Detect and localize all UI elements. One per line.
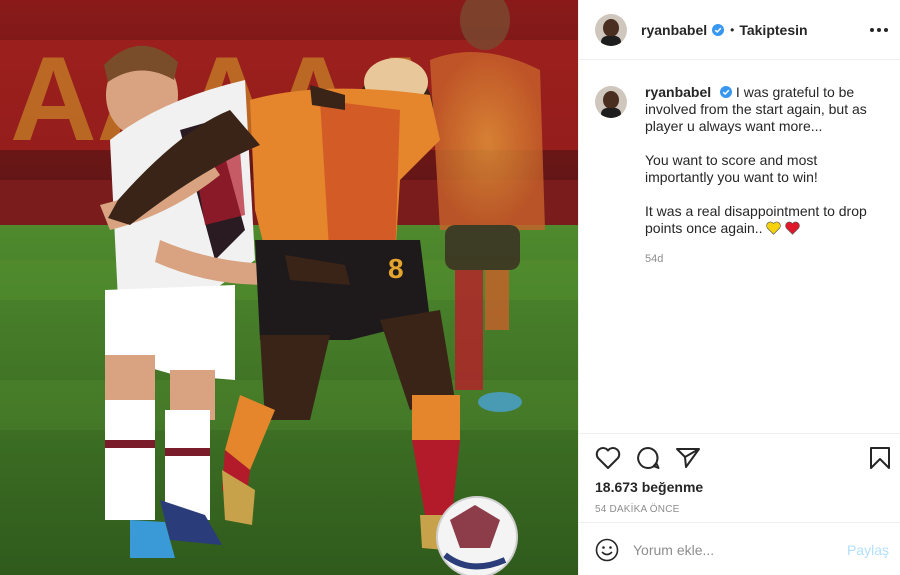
verified-icon [712, 23, 725, 36]
post-photo[interactable]: AAAAA [0, 0, 578, 575]
caption-paragraph-3: It was a real disappointment to drop poi… [645, 203, 889, 237]
username-link[interactable]: ryanbabel [641, 22, 707, 38]
actions-section: 18.673 beğenme 54 DAKİKA ÖNCE Yorum ekle… [579, 433, 900, 575]
follow-status-button[interactable]: Takiptesin [739, 22, 807, 38]
caption-paragraph-2: You want to score and most importantly y… [645, 152, 818, 185]
svg-text:8: 8 [388, 253, 404, 284]
comment-box: Yorum ekle... Paylaş [579, 522, 900, 575]
caption: ryanbabel I was grateful to be involved … [595, 84, 889, 268]
post-comment-button[interactable]: Paylaş [847, 542, 889, 558]
caption-paragraph-1: ryanbabel I was grateful to be involved … [645, 84, 889, 135]
football-photo: AAAAA [0, 0, 578, 575]
separator-dot: • [730, 22, 735, 37]
heart-icon[interactable] [595, 446, 621, 470]
caption-text-3: It was a real disappointment to drop poi… [645, 203, 867, 236]
likes-count[interactable]: 18.673 beğenme [595, 479, 703, 495]
action-icons [595, 446, 701, 470]
post-time-ago[interactable]: 54 DAKİKA ÖNCE [595, 504, 680, 515]
post-header: ryanbabel • Takiptesin [579, 0, 900, 60]
share-icon[interactable] [675, 446, 701, 470]
comment-input[interactable]: Yorum ekle... [633, 542, 847, 558]
smiley-icon[interactable] [595, 538, 619, 562]
ball [436, 496, 518, 575]
bookmark-icon[interactable] [869, 446, 891, 470]
avatar[interactable] [595, 13, 627, 46]
post-side-panel: ryanbabel • Takiptesin ryanbabel I was g… [578, 0, 900, 575]
verified-icon [720, 86, 733, 98]
caption-username[interactable]: ryanbabel [645, 84, 711, 100]
red-heart-emoji [785, 221, 801, 235]
more-icon[interactable] [869, 21, 889, 39]
caption-timestamp[interactable]: 54d [645, 251, 889, 268]
comment-icon[interactable] [635, 446, 661, 470]
avatar[interactable] [595, 86, 627, 118]
yellow-heart-emoji [766, 221, 782, 235]
